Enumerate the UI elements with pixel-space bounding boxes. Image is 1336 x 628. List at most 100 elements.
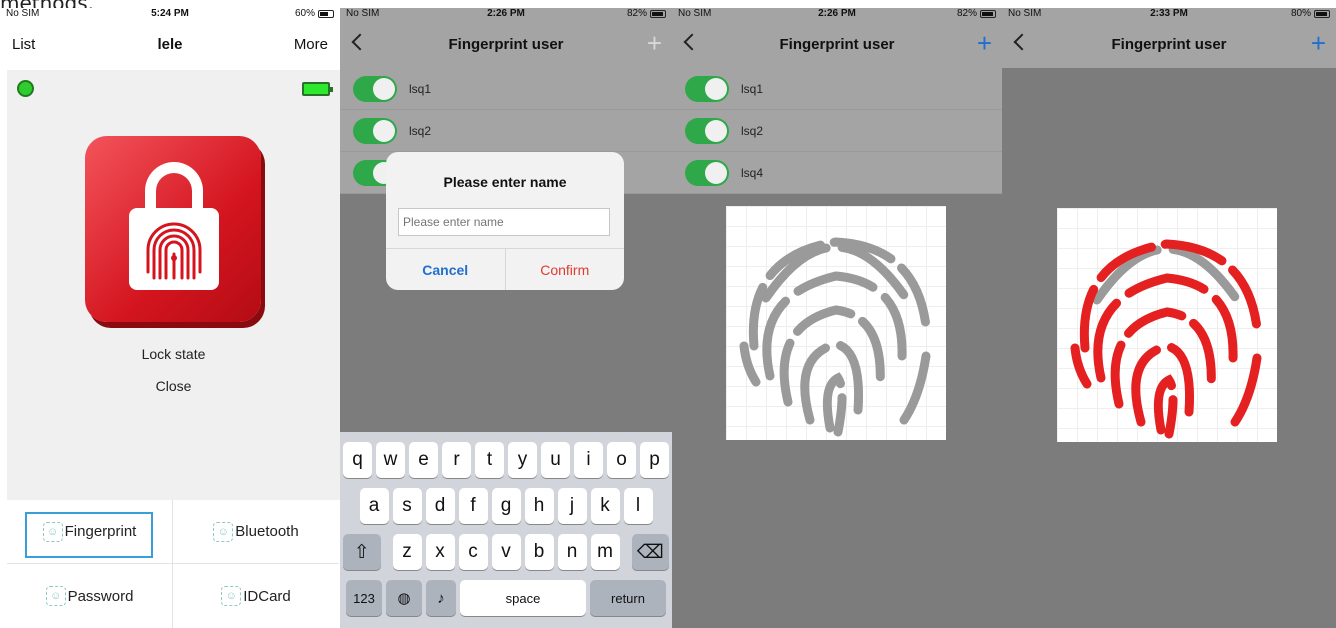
battery-icon	[980, 9, 996, 18]
user-row[interactable]: lsq1	[340, 68, 672, 110]
key-t[interactable]: t	[475, 442, 504, 478]
toggle-switch[interactable]	[353, 75, 397, 102]
user-row[interactable]: lsq2	[672, 110, 1002, 152]
method-label: Password	[67, 587, 134, 605]
key-k[interactable]: k	[590, 488, 620, 524]
password-method-button[interactable]: ☺ Password	[7, 564, 173, 628]
bluetooth-method-icon: ☺	[213, 521, 234, 542]
key-b[interactable]: b	[524, 534, 554, 570]
lock-battery-icon	[302, 82, 333, 96]
key-z[interactable]: z	[392, 534, 422, 570]
name-input[interactable]	[398, 208, 610, 236]
key-j[interactable]: j	[557, 488, 587, 524]
key-f[interactable]: f	[458, 488, 488, 524]
fingerprint-icon	[146, 222, 202, 280]
back-chevron-icon[interactable]	[351, 33, 369, 51]
key-c[interactable]: c	[458, 534, 488, 570]
cancel-button[interactable]: Cancel	[386, 249, 506, 290]
method-label: Fingerprint	[64, 523, 137, 540]
key-i[interactable]: i	[574, 442, 603, 478]
user-name: lsq1	[409, 81, 432, 96]
toggle-switch[interactable]	[685, 117, 729, 144]
nav-bar: Fingerprint user +	[1002, 20, 1336, 68]
dialog-title: Please enter name	[443, 174, 567, 190]
fingerprint-scan-red-icon	[1057, 208, 1277, 442]
fingerprint-scan-screen: No SIM 2:26 PM 82% Fingerprint user + ls…	[672, 8, 1002, 628]
bluetooth-method-button[interactable]: ☺ Bluetooth	[173, 500, 339, 564]
page-title: Fingerprint user	[448, 35, 564, 53]
backspace-key[interactable]: ⌫	[631, 534, 669, 570]
clock-label: 2:33 PM	[1150, 8, 1188, 19]
key-s[interactable]: s	[392, 488, 422, 524]
key-e[interactable]: e	[409, 442, 438, 478]
lock-status-area: Lock state Close	[7, 70, 340, 500]
key-w[interactable]: w	[376, 442, 405, 478]
battery-icon	[650, 9, 666, 18]
add-icon[interactable]: +	[977, 30, 992, 56]
key-o[interactable]: o	[607, 442, 636, 478]
key-g[interactable]: g	[491, 488, 521, 524]
battery-percent: 80%	[1290, 8, 1311, 19]
key-l[interactable]: l	[623, 488, 653, 524]
space-key[interactable]: space	[460, 580, 586, 616]
nav-bar: Fingerprint user +	[672, 20, 1002, 68]
key-p[interactable]: p	[640, 442, 669, 478]
battery-percent: 82%	[956, 8, 977, 19]
toggle-switch[interactable]	[353, 117, 397, 144]
user-row[interactable]: lsq1	[672, 68, 1002, 110]
method-label: IDCard	[243, 587, 291, 605]
key-x[interactable]: x	[425, 534, 455, 570]
add-icon[interactable]: +	[1311, 30, 1326, 56]
microphone-icon[interactable]: ♪	[426, 580, 456, 616]
key-u[interactable]: u	[541, 442, 570, 478]
lock-state-label: Lock state	[141, 346, 206, 362]
key-a[interactable]: a	[359, 488, 389, 524]
add-icon[interactable]: +	[647, 30, 662, 56]
key-v[interactable]: v	[491, 534, 521, 570]
number-key[interactable]: 123	[346, 580, 382, 616]
clock-label: 2:26 PM	[487, 8, 525, 19]
key-d[interactable]: d	[425, 488, 455, 524]
unlock-methods-grid: ☺ Fingerprint ☺ Bluetooth ☺ Password ☺ IDCar…	[7, 500, 340, 628]
add-user-screen: No SIM 2:26 PM 82% Fingerprint user + ls…	[340, 8, 672, 628]
fingerprint-method-button[interactable]: ☺ Fingerprint	[7, 500, 173, 564]
lock-icon[interactable]	[85, 136, 261, 322]
user-list: lsq1 lsq2 lsq4	[672, 68, 1002, 194]
user-name: lsq2	[741, 123, 764, 138]
user-row[interactable]: lsq4	[672, 152, 1002, 194]
user-row[interactable]: lsq2	[340, 110, 672, 152]
list-button[interactable]: List	[12, 36, 35, 53]
page-title: Fingerprint user	[779, 35, 895, 53]
key-m[interactable]: m	[590, 534, 620, 570]
toggle-switch[interactable]	[685, 75, 729, 102]
lock-state-value: Close	[155, 378, 192, 394]
battery-icon	[1314, 9, 1330, 18]
lock-screen: No SIM 5:24 PM 60% List lele More Lock s…	[0, 8, 340, 628]
return-key[interactable]: return	[590, 580, 666, 616]
page-title: lele	[157, 35, 183, 53]
battery-icon	[318, 9, 334, 18]
keyboard: qwertyuiop asdfghjkl ⇧ zxcvbnm ⌫ 123 ◍ ♪…	[340, 432, 672, 628]
idcard-method-button[interactable]: ☺ IDCard	[173, 564, 339, 628]
key-h[interactable]: h	[524, 488, 554, 524]
page-title: Fingerprint user	[1111, 35, 1227, 53]
key-y[interactable]: y	[508, 442, 537, 478]
globe-icon[interactable]: ◍	[386, 580, 422, 616]
more-button[interactable]: More	[294, 36, 328, 53]
confirm-button[interactable]: Confirm	[506, 249, 625, 290]
nav-bar: List lele More	[0, 20, 340, 68]
clock-label: 5:24 PM	[151, 8, 189, 19]
key-r[interactable]: r	[442, 442, 471, 478]
toggle-switch[interactable]	[685, 159, 729, 186]
status-bar: No SIM 2:26 PM 82%	[340, 8, 672, 20]
battery-percent: 82%	[626, 8, 647, 19]
status-bar: No SIM 2:26 PM 82%	[672, 8, 1002, 20]
name-dialog: Please enter name Cancel Confirm	[386, 152, 624, 290]
status-bar: No SIM 5:24 PM 60%	[0, 8, 340, 20]
back-chevron-icon[interactable]	[1013, 33, 1031, 51]
idcard-method-icon: ☺	[221, 586, 242, 606]
shift-key[interactable]: ⇧	[343, 534, 381, 570]
back-chevron-icon[interactable]	[683, 33, 701, 51]
key-q[interactable]: q	[343, 442, 372, 478]
key-n[interactable]: n	[557, 534, 587, 570]
